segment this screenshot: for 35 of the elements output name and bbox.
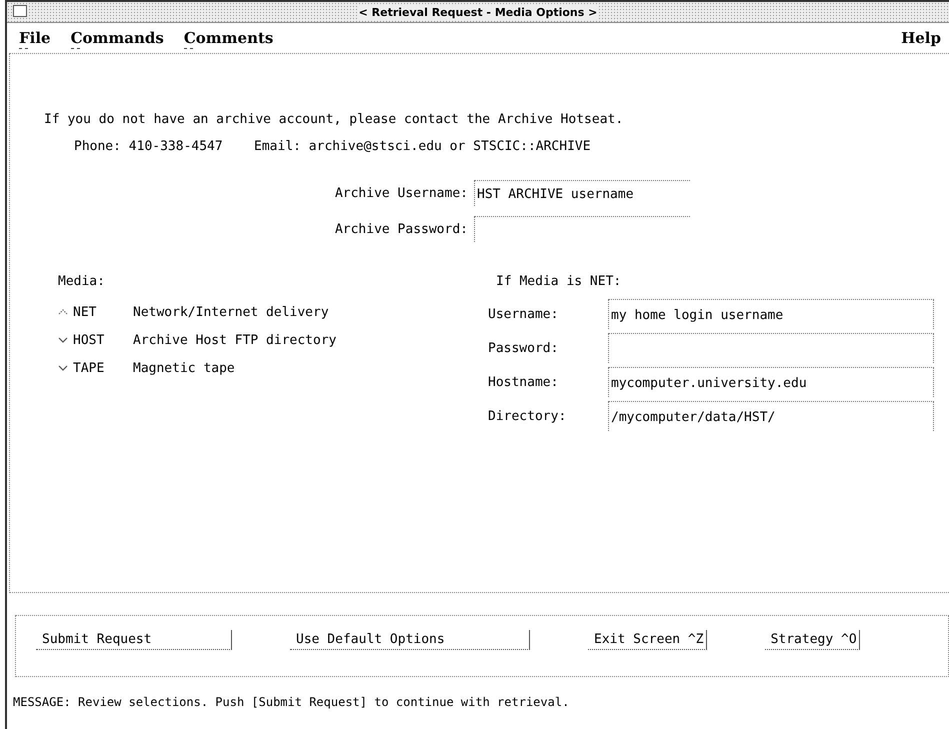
field-label: Directory: [488, 408, 568, 424]
section-label: Media: [58, 274, 106, 289]
chevron-down-icon[interactable] [58, 336, 68, 344]
notice-text: If you do not have an archive account, please contact the Archive Hotseat. [44, 112, 624, 127]
field-label: Hostname: [488, 374, 560, 390]
help-menu[interactable]: Help [901, 29, 941, 47]
option-code: HOST [73, 332, 106, 348]
menu-item[interactable]: Comments [184, 29, 274, 47]
chevron-down-icon[interactable] [58, 364, 68, 372]
menu-item[interactable]: Commands [70, 29, 164, 47]
contact-text: Phone: 410-338-4547 Email: archive@stsci.edu or STSCIC::ARCHIVE [74, 139, 592, 154]
field-label: Username: [488, 306, 560, 322]
input-field[interactable]: /mycomputer/data/HST/ [608, 401, 934, 431]
input-field[interactable] [608, 333, 934, 363]
input-field[interactable]: mycomputer.university.edu [608, 367, 934, 397]
section-label: If Media is NET: [496, 274, 622, 289]
chevron-up-icon[interactable] [58, 308, 68, 316]
status-message: MESSAGE: Review selections. Push [Submit Request] to continue with retrieval. [13, 695, 570, 709]
field-label: Password: [488, 340, 560, 356]
action-button[interactable]: Use Default Options [290, 630, 530, 650]
option-description: Magnetic tape [133, 360, 235, 376]
window-menu-button[interactable] [13, 5, 27, 17]
action-button[interactable]: Strategy ^O [764, 630, 860, 650]
window-title: < Retrieval Request - Media Options > [356, 6, 600, 18]
option-description: Network/Internet delivery [133, 304, 329, 320]
input-field[interactable]: HST ARCHIVE username [474, 180, 690, 206]
field-label: Archive Password: [334, 222, 468, 236]
option-description: Archive Host FTP directory [133, 332, 336, 348]
field-label: Archive Username: [334, 186, 468, 200]
action-button[interactable]: Submit Request [36, 630, 232, 650]
option-code: NET [73, 304, 98, 320]
menu-item[interactable]: File [19, 29, 51, 47]
option-code: TAPE [73, 360, 106, 376]
input-field[interactable]: my home login username [608, 299, 934, 329]
action-button[interactable]: Exit Screen ^Z [588, 630, 707, 650]
